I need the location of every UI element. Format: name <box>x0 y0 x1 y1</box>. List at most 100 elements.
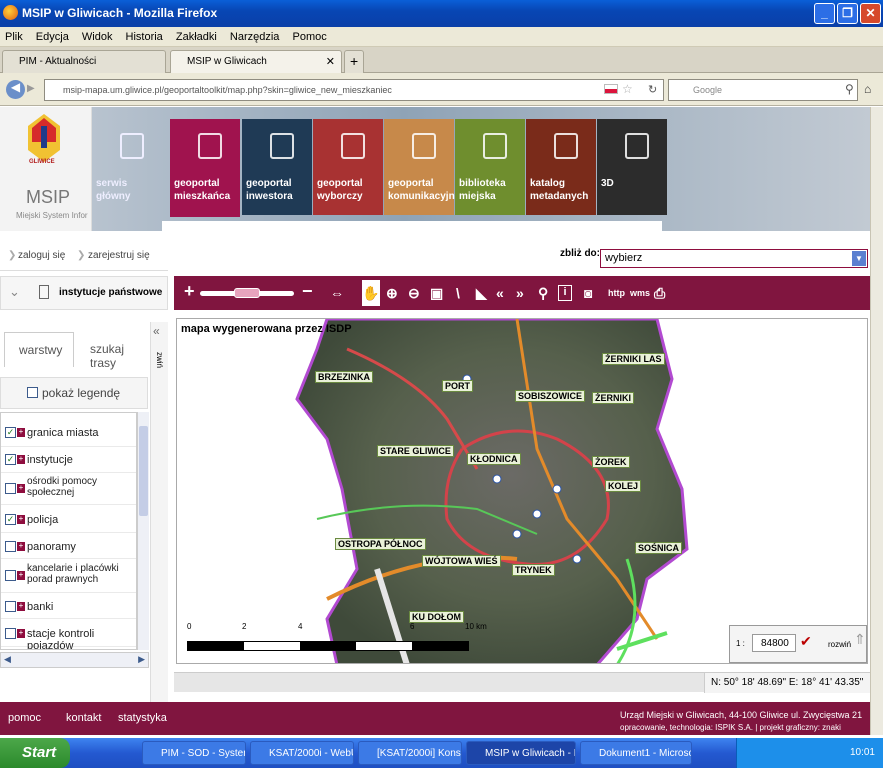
menu-bookmarks[interactable]: Zakładki <box>171 27 222 43</box>
measure-line-icon[interactable]: \ <box>456 285 460 301</box>
search-icon[interactable]: ⚲ <box>845 82 854 96</box>
login-link[interactable]: zaloguj się <box>18 250 65 261</box>
plus-icon[interactable]: + <box>17 571 25 580</box>
menu-tools[interactable]: Narzędzia <box>225 27 285 43</box>
register-link[interactable]: zarejestruj się <box>88 250 150 261</box>
zoom-to-select[interactable]: wybierz ▼ <box>600 249 868 268</box>
forward-icon[interactable]: ▶ <box>27 83 35 94</box>
menu-file[interactable]: Plik <box>0 27 28 43</box>
layer-policja[interactable]: ✓ + policja <box>1 505 136 533</box>
plus-icon[interactable]: + <box>17 455 25 464</box>
collapse-bar[interactable]: « zwiń <box>150 322 168 702</box>
search-location-icon[interactable]: ⚲ <box>538 285 548 302</box>
tab-pim[interactable]: PIM - Aktualności <box>2 50 166 73</box>
tile-geoportal-wyborczy[interactable]: geoportal wyborczy <box>313 119 383 215</box>
task-pim[interactable]: PIM - SOD - System ... <box>142 741 246 765</box>
close-button[interactable]: ✕ <box>860 3 881 24</box>
checkbox[interactable]: ✓ <box>5 514 16 525</box>
contact-link[interactable]: kontakt <box>66 712 101 724</box>
tab-close-icon[interactable]: ✕ <box>326 55 335 68</box>
plus-icon[interactable]: + <box>17 515 25 524</box>
stats-link[interactable]: statystyka <box>118 712 167 724</box>
menu-view[interactable]: Widok <box>77 27 118 43</box>
expand-icon[interactable]: ⇑ <box>854 631 866 648</box>
wms-button[interactable]: wms <box>630 288 650 298</box>
task-ksat-konsola[interactable]: [KSAT/2000i] Konsola... <box>358 741 462 765</box>
layer-banki[interactable]: + banki <box>1 593 136 619</box>
layer-granica-miasta[interactable]: ✓ + granica miasta <box>1 417 136 447</box>
layer-osrodki-pomocy[interactable]: + ośrodki pomocy społecznej <box>1 473 136 505</box>
bookmark-star-icon[interactable]: ☆ <box>622 82 633 96</box>
tile-geoportal-mieszkanca[interactable]: geoportal mieszkańca <box>170 119 240 217</box>
layer-kancelarie[interactable]: + kancelarie i placówki porad prawnych <box>1 559 136 593</box>
layer-panoramy[interactable]: + panoramy <box>1 533 136 559</box>
search-input[interactable]: Google <box>668 79 858 101</box>
back-icon[interactable]: ◀ <box>6 80 25 99</box>
checkbox[interactable] <box>5 483 16 494</box>
new-tab-button[interactable]: + <box>344 50 364 73</box>
menu-help[interactable]: Pomoc <box>288 27 332 43</box>
checkbox[interactable] <box>5 628 16 639</box>
next-view-icon[interactable]: » <box>516 285 524 301</box>
map-view[interactable]: mapa wygenerowana przez ISDP BRZEZINKA P… <box>176 318 868 664</box>
tab-msip[interactable]: MSIP w Gliwicach ✕ <box>170 50 342 73</box>
previous-view-icon[interactable]: « <box>496 285 504 301</box>
tile-geoportal-komunikacyjny[interactable]: geoportal komunikacyjny <box>384 119 460 215</box>
menu-edit[interactable]: Edycja <box>31 27 74 43</box>
page-scrollbar[interactable] <box>870 107 883 735</box>
zoom-box-in-icon[interactable]: ⊕ <box>386 285 398 302</box>
help-link[interactable]: pomoc <box>8 712 41 724</box>
scroll-left-icon[interactable]: ◀ <box>4 654 11 665</box>
plus-icon[interactable]: + <box>17 484 25 493</box>
expand-down-icon[interactable]: ⌄ <box>9 284 20 300</box>
plus-icon[interactable]: + <box>17 602 25 611</box>
checkbox[interactable]: ✓ <box>5 454 16 465</box>
plus-icon[interactable]: + <box>17 629 25 638</box>
checkbox[interactable] <box>5 601 16 612</box>
plus-icon[interactable]: + <box>17 428 25 437</box>
zoom-box-out-icon[interactable]: ⊖ <box>408 285 420 302</box>
layer-instytucje[interactable]: ✓ + instytucje <box>1 447 136 473</box>
tile-biblioteka-miejska[interactable]: biblioteka miejska <box>455 119 525 215</box>
zoom-out-icon[interactable]: − <box>302 281 313 302</box>
menu-history[interactable]: Historia <box>121 27 168 43</box>
checkbox[interactable] <box>5 570 16 581</box>
task-dokument1[interactable]: Dokument1 - Microsof... <box>580 741 692 765</box>
layers-hscrollbar[interactable]: ◀ ▶ <box>0 652 149 668</box>
tab-warstwy[interactable]: warstwy <box>4 332 74 367</box>
scroll-thumb[interactable] <box>139 426 148 516</box>
checkbox[interactable]: ✓ <box>5 427 16 438</box>
legend-checkbox[interactable] <box>27 387 38 398</box>
checkbox[interactable] <box>5 541 16 552</box>
full-extent-icon[interactable]: ⇔ <box>330 285 344 301</box>
task-ksat-webutil[interactable]: KSAT/2000i - WebUtil... <box>250 741 354 765</box>
scroll-right-icon[interactable]: ▶ <box>138 654 145 665</box>
fit-screen-icon[interactable]: ▣ <box>430 285 443 302</box>
maximize-button[interactable]: ❐ <box>837 3 858 24</box>
tile-3d[interactable]: 3D <box>597 119 667 215</box>
url-bar[interactable]: msip-mapa.um.gliwice.pl/geoportaltoolkit… <box>44 79 664 101</box>
plus-icon[interactable]: + <box>17 542 25 551</box>
print-icon[interactable]: ⎙ <box>654 285 665 302</box>
category-selector[interactable]: ⌄ instytucje państwowe <box>0 276 168 310</box>
info-icon[interactable]: i <box>558 285 572 301</box>
pan-hand-icon[interactable]: ✋ <box>362 280 380 306</box>
legend-toggle[interactable]: pokaż legendę <box>0 377 148 409</box>
zoom-slider[interactable] <box>200 288 294 298</box>
camera-icon[interactable]: ◙ <box>584 285 592 301</box>
expand-label[interactable]: rozwiń <box>828 640 851 649</box>
tile-serwis-glowny[interactable]: serwis główny <box>92 119 162 215</box>
layer-stacje-kontroli[interactable]: + stacje kontroli pojazdów <box>1 619 136 649</box>
reload-icon[interactable]: ↻ <box>648 83 657 96</box>
collapse-icon[interactable]: « <box>153 324 160 338</box>
checkmark-icon[interactable]: ✔ <box>800 633 812 650</box>
measure-area-icon[interactable]: ◣ <box>476 285 487 302</box>
task-msip[interactable]: MSIP w Gliwicach - M... <box>466 741 576 765</box>
home-icon[interactable]: ⌂ <box>864 82 871 96</box>
tile-geoportal-inwestora[interactable]: geoportal inwestora <box>242 119 312 215</box>
scale-input[interactable]: 84800 <box>752 634 796 652</box>
layers-scrollbar[interactable] <box>137 412 149 650</box>
http-button[interactable]: http <box>608 288 625 298</box>
zoom-slider-handle[interactable] <box>234 288 260 298</box>
minimize-button[interactable]: _ <box>814 3 835 24</box>
